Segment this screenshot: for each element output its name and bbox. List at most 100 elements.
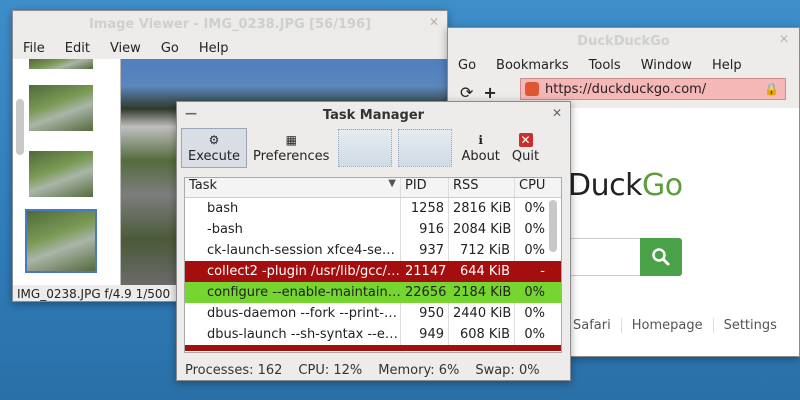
minimize-icon[interactable]: — xyxy=(185,106,197,120)
table-row[interactable]: -bash 916 2084 KiB 0% xyxy=(185,219,561,240)
table-row[interactable]: bash 1258 2816 KiB 0% xyxy=(185,198,561,219)
execute-button[interactable]: ⚙ Execute xyxy=(181,128,247,168)
close-icon[interactable]: ✕ xyxy=(429,15,439,29)
status-memory: Memory: 6% xyxy=(378,362,460,378)
viewer-titlebar[interactable]: Image Viewer - IMG_0238.JPG [56/196] ✕ xyxy=(13,11,447,37)
taskmgr-toolbar: ⚙ Execute ▦ Preferences ℹ About ✕ Quit xyxy=(181,128,545,170)
menu-view[interactable]: View xyxy=(100,41,151,56)
search-button[interactable] xyxy=(640,238,682,276)
menu-help[interactable]: Help xyxy=(189,41,239,56)
footer-links: Safari Homepage Settings xyxy=(573,318,787,333)
cell-cpu: 0% xyxy=(524,222,545,237)
thumbnail-strip[interactable] xyxy=(13,59,121,285)
reload-icon[interactable]: ⟳ xyxy=(460,83,473,102)
cell-pid: 21147 xyxy=(405,264,447,279)
table-row-partial[interactable] xyxy=(185,345,561,351)
column-pid[interactable]: PID xyxy=(401,178,449,197)
menu-edit[interactable]: Edit xyxy=(55,41,100,56)
status-cpu: CPU: 12% xyxy=(298,362,363,378)
status-swap: Swap: 0% xyxy=(475,362,540,378)
table-row[interactable]: dbus-launch --sh-syntax --e… 949 608 KiB… xyxy=(185,324,561,345)
about-button[interactable]: ℹ About xyxy=(455,128,505,168)
about-label: About xyxy=(461,148,500,164)
viewer-title: Image Viewer - IMG_0238.JPG [56/196] xyxy=(88,16,372,32)
preferences-label: Preferences xyxy=(253,148,330,164)
add-bookmark-icon[interactable]: + xyxy=(483,83,496,102)
quit-label: Quit xyxy=(511,148,540,164)
menu-help[interactable]: Help xyxy=(702,58,752,73)
browser-menubar: Go Bookmarks Tools Window Help xyxy=(448,54,799,76)
url-bar[interactable]: https://duckduckgo.com/ 🔒 xyxy=(520,78,786,100)
sort-down-icon[interactable]: ▼ xyxy=(388,178,396,197)
quit-icon: ✕ xyxy=(518,132,533,147)
cell-pid: 949 xyxy=(401,324,449,345)
thumbnail[interactable] xyxy=(29,59,93,69)
column-task[interactable]: Task ▼ xyxy=(185,178,401,197)
cell-pid: 22656 xyxy=(405,285,447,300)
cell-task: bash xyxy=(185,198,401,219)
menu-go[interactable]: Go xyxy=(151,41,189,56)
thumbnail[interactable] xyxy=(29,151,93,197)
table-row[interactable]: configure --enable-maintain… 22656 2184 … xyxy=(185,282,561,303)
cell-task: dbus-daemon --fork --print-… xyxy=(185,303,401,324)
thumbnail-selected[interactable] xyxy=(25,209,97,273)
link-settings[interactable]: Settings xyxy=(712,318,787,333)
process-table[interactable]: Task ▼ PID RSS CPU bash 1258 2816 KiB 0%… xyxy=(184,177,562,353)
info-icon: ℹ xyxy=(478,132,483,147)
execute-label: Execute xyxy=(188,148,240,164)
cpu-graph xyxy=(338,129,393,167)
lock-icon[interactable]: 🔒 xyxy=(764,82,779,96)
table-header: Task ▼ PID RSS CPU xyxy=(185,178,561,198)
taskmgr-statusbar: Processes: 162 CPU: 12% Memory: 6% Swap:… xyxy=(177,358,570,380)
link-safari[interactable]: Safari xyxy=(573,318,621,333)
menu-bookmarks[interactable]: Bookmarks xyxy=(486,58,579,73)
link-homepage[interactable]: Homepage xyxy=(620,318,713,333)
cell-pid: 950 xyxy=(401,303,449,324)
viewer-menubar: File Edit View Go Help xyxy=(13,37,447,59)
cell-rss: 644 KiB xyxy=(459,264,510,279)
column-cpu[interactable]: CPU xyxy=(515,178,549,197)
cell-rss: 2440 KiB xyxy=(449,303,515,324)
memory-graph xyxy=(398,129,453,167)
close-icon[interactable]: ✕ xyxy=(779,32,789,46)
cell-task: ck-launch-session xfce4-se… xyxy=(185,240,401,261)
cell-rss: 2184 KiB xyxy=(453,285,512,300)
thumbnail[interactable] xyxy=(29,85,93,131)
cell-task: -bash xyxy=(185,219,401,240)
table-scrollbar-thumb[interactable] xyxy=(549,200,557,252)
gear-icon: ⚙ xyxy=(208,132,220,147)
table-row[interactable]: collect2 -plugin /usr/lib/gcc/… 21147 64… xyxy=(185,261,561,282)
menu-go[interactable]: Go xyxy=(448,58,486,73)
column-task-label: Task xyxy=(189,178,218,193)
quit-button[interactable]: ✕ Quit xyxy=(506,128,545,168)
task-manager-window: — Task Manager ✕ ⚙ Execute ▦ Preferences… xyxy=(176,101,571,381)
column-rss[interactable]: RSS xyxy=(449,178,515,197)
menu-tools[interactable]: Tools xyxy=(579,58,631,73)
preferences-button[interactable]: ▦ Preferences xyxy=(247,128,335,168)
close-icon[interactable]: ✕ xyxy=(552,106,562,120)
cell-pid: 916 xyxy=(401,219,449,240)
cell-rss: 2084 KiB xyxy=(449,219,515,240)
browser-title: DuckDuckGo xyxy=(577,33,670,49)
cell-pid: 1258 xyxy=(401,198,449,219)
cell-rss: 2816 KiB xyxy=(449,198,515,219)
search-input[interactable] xyxy=(570,238,640,276)
browser-titlebar[interactable]: DuckDuckGo ✕ xyxy=(448,28,799,54)
taskmgr-titlebar[interactable]: — Task Manager ✕ xyxy=(177,102,570,128)
scrollbar-thumb[interactable] xyxy=(16,99,24,155)
table-row[interactable]: dbus-daemon --fork --print-… 950 2440 Ki… xyxy=(185,303,561,324)
cell-cpu: 0% xyxy=(524,201,545,216)
ddg-logo: DuckGo xyxy=(568,168,683,203)
thumbnail-scrollbar[interactable] xyxy=(15,59,25,285)
menu-file[interactable]: File xyxy=(13,41,55,56)
logo-text: Duck xyxy=(568,168,642,203)
table-row[interactable]: ck-launch-session xfce4-se… 937 712 KiB … xyxy=(185,240,561,261)
search-icon xyxy=(652,248,670,266)
cell-rss: 608 KiB xyxy=(449,324,515,345)
preferences-icon: ▦ xyxy=(285,132,297,147)
menu-window[interactable]: Window xyxy=(631,58,702,73)
cell-cpu: 0% xyxy=(524,243,545,258)
cell-cpu: 0% xyxy=(524,306,545,321)
cell-rss: 712 KiB xyxy=(449,240,515,261)
url-text: https://duckduckgo.com/ xyxy=(545,81,707,97)
